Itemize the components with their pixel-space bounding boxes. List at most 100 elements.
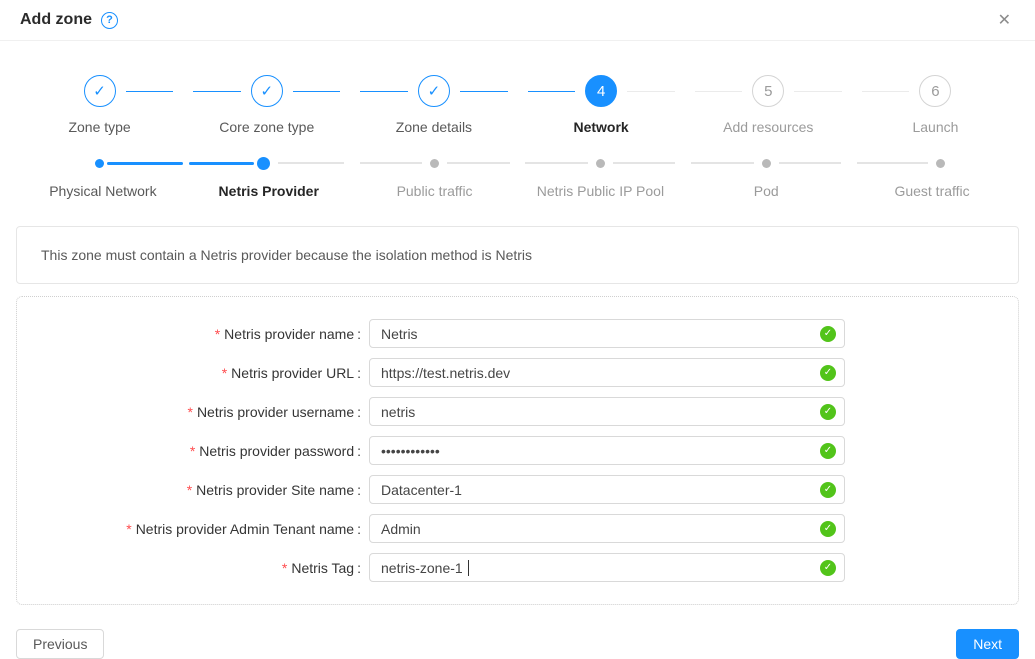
substep-label: Guest traffic [849,183,1015,199]
netris-provider-username-input[interactable] [369,397,845,426]
netris-provider-name-input[interactable] [369,319,845,348]
form-row-netris-provider-url: *Netris provider URL: ✓ [33,358,1002,387]
netris-provider-password-input[interactable] [369,436,845,465]
step-connector [862,91,910,92]
substep-label: Physical Network [20,183,186,199]
step-number-badge: 5 [752,75,784,107]
netris-provider-url-input[interactable] [369,358,845,387]
netris-tag-input[interactable] [369,553,845,582]
field-label: *Netris provider Admin Tenant name: [33,521,369,537]
previous-button[interactable]: Previous [16,629,104,659]
step-connector [293,91,341,92]
page-title: Add zone [20,11,92,29]
step-network: 4 Network [518,75,685,135]
step-label: Add resources [685,119,852,135]
substep-label: Public traffic [352,183,518,199]
valid-check-icon: ✓ [820,326,836,342]
substep-connector [613,162,675,164]
step-connector [528,91,576,92]
wizard-footer: Previous Next [16,629,1019,659]
network-sub-steps: Physical Network Netris Provider Public … [16,156,1019,199]
step-core-zone-type: ✓ Core zone type [183,75,350,135]
step-label: Launch [852,119,1019,135]
substep-label: Netris Public IP Pool [517,183,683,199]
substep-label: Pod [683,183,849,199]
netris-provider-site-name-input[interactable] [369,475,845,504]
modal-header: Add zone ? ✕ [0,0,1035,41]
substep-pod: Pod [683,156,849,199]
required-marker: * [215,326,220,342]
wizard-steps: ✓ Zone type ✓ Core zone type ✓ [16,75,1019,135]
step-connector [794,91,842,92]
substep-connector [857,162,927,164]
substep-connector [360,162,422,164]
step-connector [193,91,241,92]
substep-physical-network: Physical Network [20,156,186,199]
form-row-netris-provider-site-name: *Netris provider Site name: ✓ [33,475,1002,504]
substep-netris-public-ip-pool: Netris Public IP Pool [517,156,683,199]
form-row-netris-provider-username: *Netris provider username: ✓ [33,397,1002,426]
substep-dot-icon [430,159,439,168]
substep-label: Netris Provider [186,183,352,199]
step-zone-type: ✓ Zone type [16,75,183,135]
valid-check-icon: ✓ [820,482,836,498]
check-circle-icon: ✓ [251,75,283,107]
substep-dot-icon [95,159,104,168]
field-label: *Netris provider name: [33,326,369,342]
valid-check-icon: ✓ [820,521,836,537]
close-icon[interactable]: ✕ [998,12,1011,30]
step-connector [360,91,408,92]
step-label: Zone details [350,119,517,135]
required-marker: * [187,404,192,420]
form-row-netris-provider-password: *Netris provider password: ✓ [33,436,1002,465]
step-add-resources: 5 Add resources [685,75,852,135]
step-connector [627,91,675,92]
valid-check-icon: ✓ [820,404,836,420]
valid-check-icon: ✓ [820,365,836,381]
step-connector [126,91,174,92]
add-zone-modal: Add zone ? ✕ ✓ Zone type ✓ Core zone [0,0,1035,659]
text-cursor [468,560,469,576]
step-zone-details: ✓ Zone details [350,75,517,135]
substep-connector [525,162,587,164]
help-icon[interactable]: ? [101,12,118,29]
netris-provider-admin-tenant-name-input[interactable] [369,514,845,543]
field-label: *Netris provider username: [33,404,369,420]
step-connector [695,91,743,92]
step-label: Network [518,119,685,135]
form-row-netris-provider-admin-tenant-name: *Netris provider Admin Tenant name: ✓ [33,514,1002,543]
next-button[interactable]: Next [956,629,1019,659]
required-marker: * [190,443,195,459]
form-row-netris-provider-name: *Netris provider name: ✓ [33,319,1002,348]
field-label: *Netris provider Site name: [33,482,369,498]
step-label: Zone type [16,119,183,135]
check-circle-icon: ✓ [418,75,450,107]
substep-connector [278,162,343,164]
substep-dot-icon [936,159,945,168]
required-marker: * [282,560,287,576]
required-marker: * [222,365,227,381]
required-marker: * [126,521,131,537]
required-marker: * [187,482,192,498]
valid-check-icon: ✓ [820,560,836,576]
step-number-badge: 6 [919,75,951,107]
field-label: *Netris provider password: [33,443,369,459]
form-row-netris-tag: *Netris Tag: ✓ [33,553,1002,582]
substep-dot-icon [596,159,605,168]
notice-text: This zone must contain a Netris provider… [41,247,532,263]
step-launch: 6 Launch [852,75,1019,135]
substep-connector [779,162,841,164]
notice-box: This zone must contain a Netris provider… [16,226,1019,284]
valid-check-icon: ✓ [820,443,836,459]
step-label: Core zone type [183,119,350,135]
field-label: *Netris Tag: [33,560,369,576]
substep-connector [691,162,753,164]
substep-guest-traffic: Guest traffic [849,156,1015,199]
substep-dot-icon [257,157,270,170]
substep-connector [447,162,509,164]
field-label: *Netris provider URL: [33,365,369,381]
step-number-badge: 4 [585,75,617,107]
netris-provider-form: *Netris provider name: ✓ *Netris provide… [16,296,1019,605]
step-connector [460,91,508,92]
substep-connector [107,162,182,165]
